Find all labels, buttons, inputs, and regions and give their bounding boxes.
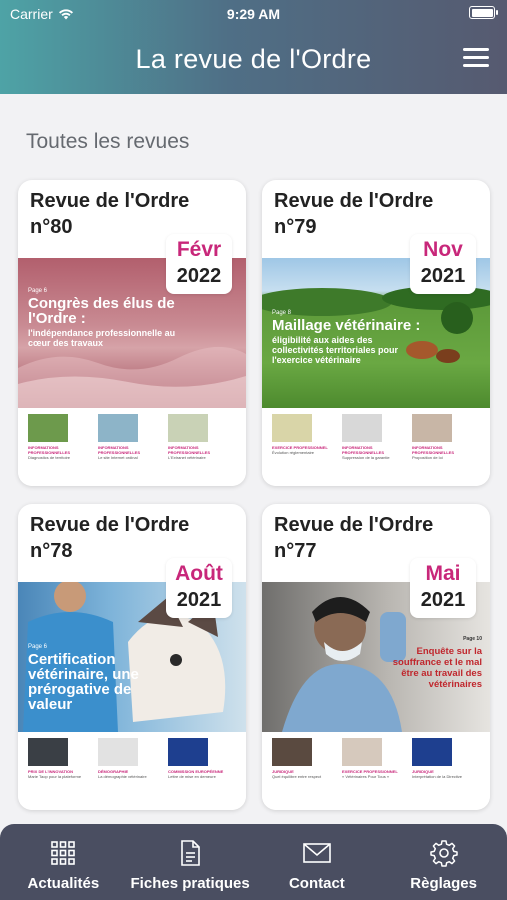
cover-thumbnails: PRIX DE L'INNOVATION Marie Taop pour la p… (18, 732, 246, 810)
date-badge: Févr 2022 (166, 234, 232, 294)
cover-subline: éligibilité aux aides des collectivités … (272, 335, 399, 365)
tab-label: Fiches pratiques (130, 875, 250, 892)
revue-card-79[interactable]: Revue de l'Ordre n°79 Nov 2021 Page 8 Ma… (262, 180, 490, 486)
tab-actualites[interactable]: Actualités (0, 824, 126, 892)
cover-page-ref: Page 6 (28, 288, 48, 294)
section-title: Toutes les revues (26, 130, 190, 153)
badge-year: 2021 (420, 589, 466, 611)
cover-headline: Certification vétérinaire, une prérogati… (28, 651, 139, 713)
status-bar: Carrier 9:29 AM (0, 0, 507, 28)
grid-icon (51, 841, 76, 865)
tab-label: Actualités (27, 875, 100, 892)
cover-page-ref: Page 8 (272, 310, 292, 316)
revue-card-77[interactable]: Revue de l'Ordre n°77 Mai 2021 Page 10 E… (262, 504, 490, 810)
revue-card-80[interactable]: Revue de l'Ordre n°80 Févr 2022 Page 6 C… (18, 180, 246, 486)
tab-reglages[interactable]: Règlages (381, 824, 507, 892)
cover-headline: Congrès des élus de l'Ordre : (28, 295, 175, 327)
tab-label: Règlages (410, 875, 477, 892)
top-bar: Carrier 9:29 AM La revue de l'Ordre (0, 0, 507, 94)
clock: 9:29 AM (226, 6, 281, 22)
revue-title: Revue de l'Ordre n°78 (30, 514, 190, 562)
tab-fiches-pratiques[interactable]: Fiches pratiques (127, 824, 253, 892)
document-icon (181, 840, 200, 866)
envelope-icon (303, 843, 331, 863)
cover-thumbnails: EXERCICE PROFESSIONNEL Évolution réglemen… (262, 408, 490, 486)
cover-headline: Maillage vétérinaire : (272, 317, 421, 334)
revue-title: Revue de l'Ordre n°79 (274, 190, 434, 238)
badge-year: 2022 (176, 265, 222, 287)
page-title: La revue de l'Ordre (135, 44, 372, 74)
hamburger-menu-icon[interactable] (463, 48, 489, 70)
badge-month: Févr (176, 238, 222, 261)
tab-label: Contact (288, 875, 345, 892)
badge-month: Mai (425, 562, 461, 585)
cover-subline: l'indépendance professionnelle au cœur d… (28, 328, 176, 348)
revue-card-78[interactable]: Revue de l'Ordre n°78 Août 2021 Page 6 C… (18, 504, 246, 810)
revue-title: Revue de l'Ordre n°77 (274, 514, 434, 562)
tab-contact[interactable]: Contact (254, 824, 380, 892)
gear-icon (429, 840, 458, 867)
cover-page-ref: Page 10 (463, 636, 482, 642)
badge-year: 2021 (420, 265, 466, 287)
cover-page-ref: Page 6 (28, 644, 48, 650)
badge-month: Août (175, 562, 223, 585)
bottom-tab-bar: Actualités Fiches pratiques Contact Règl… (0, 824, 507, 900)
cover-headline: Enquête sur la souffrance et le mal être… (392, 646, 482, 690)
badge-month: Nov (423, 238, 463, 261)
revue-title: Revue de l'Ordre n°80 (30, 190, 190, 238)
date-badge: Mai 2021 (410, 558, 476, 618)
date-badge: Nov 2021 (410, 234, 476, 294)
badge-year: 2021 (176, 589, 222, 611)
cover-thumbnails: JURIDIQUE Quel équilibre entre respect EX… (262, 732, 490, 810)
cover-thumbnails: INFORMATIONS PROFESSIONNELLES Diagnostics… (18, 408, 246, 486)
date-badge: Août 2021 (166, 558, 232, 618)
battery-icon (469, 6, 498, 19)
